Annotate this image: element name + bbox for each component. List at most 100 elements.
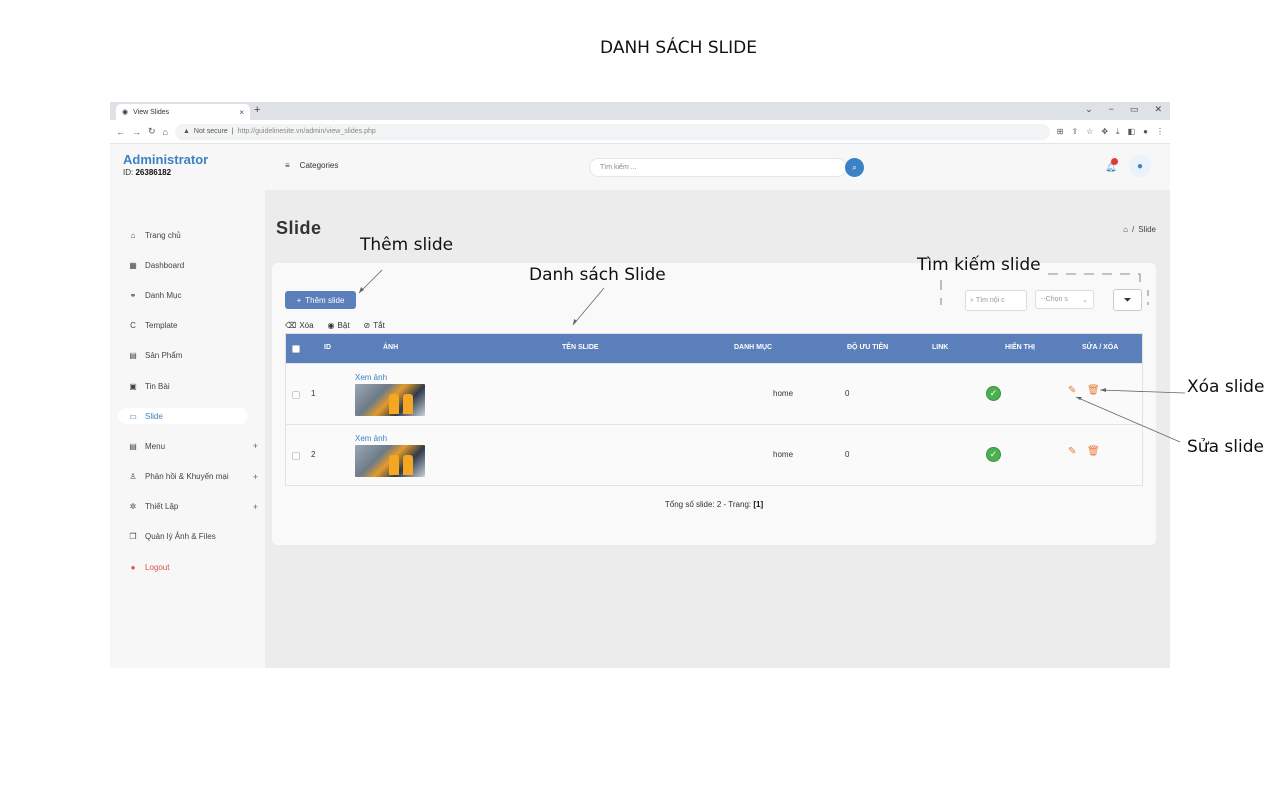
header-name: TÊN SLIDE [562, 344, 599, 351]
address-field[interactable]: ▲ Not secure | http://guidelinesite.vn/a… [174, 123, 1050, 140]
sidebar-item-files[interactable]: ❐ Quản lý Ảnh & Files [128, 522, 258, 552]
profile-icon[interactable]: ● [1143, 127, 1148, 137]
header-image: ẢNH [383, 344, 399, 351]
sidebar-item-slide[interactable]: ▭ Slide [118, 401, 258, 431]
expand-icon[interactable]: + [253, 502, 258, 512]
maximize-icon[interactable]: ▭ [1130, 104, 1139, 115]
admin-id: ID: 26386182 [123, 168, 172, 177]
sidebar-item-logout[interactable]: ● Logout [128, 552, 258, 582]
tab-close-icon[interactable]: × [239, 108, 244, 117]
sidebar-item-home[interactable]: ⌂ Trang chủ [128, 220, 258, 250]
filter-button[interactable]: ⏷ [1113, 289, 1142, 311]
annotation-add: Thêm slide [360, 235, 454, 255]
check-icon[interactable]: ✓ [986, 386, 1001, 401]
category-select[interactable]: --Chọn s ⌄ [1035, 290, 1094, 309]
home-icon[interactable]: ⌂ [1123, 225, 1128, 234]
global-search-input[interactable]: Tìm kiếm ... [589, 158, 847, 177]
tab-title: View Slides [133, 108, 170, 116]
view-image-link[interactable]: Xem ảnh [355, 434, 387, 443]
slide-icon: ▭ [129, 411, 137, 421]
sidebar-item-user[interactable]: ♙ Phản hồi & Khuyến mại + [128, 462, 258, 492]
template-icon: C [130, 321, 136, 331]
trash-icon[interactable]: 🗑︎ [1087, 446, 1100, 457]
tab-bar: ◉ View Slides × + ⌄ − ▭ ✕ [110, 102, 1170, 120]
chevron-down-icon[interactable]: ⌄ [1085, 104, 1093, 115]
close-icon[interactable]: ✕ [1154, 104, 1162, 115]
search-icon[interactable]: ⌕ [845, 158, 864, 177]
sidebar: Administrator ID: 26386182 ⌂ Trang chủ ▦ Da… [110, 144, 265, 668]
header-display: HIỂN THỊ [1005, 344, 1035, 351]
menu-icon: ▤ [129, 441, 137, 451]
sidebar-item-template[interactable]: C Template [128, 311, 258, 341]
browser-tab[interactable]: ◉ View Slides × [116, 104, 250, 120]
expand-icon[interactable]: + [253, 441, 258, 451]
bulk-actions: ⌫ Xóa ◉ Bật ⊘ Tắt [285, 321, 385, 330]
sidebar-item-label: Tin Bài [145, 381, 170, 391]
header-link: LINK [932, 344, 949, 351]
slide-thumbnail[interactable] [355, 445, 425, 477]
forward-icon[interactable]: → [132, 127, 141, 137]
sidepanel-icon[interactable]: ◧ [1128, 127, 1136, 137]
user-icon: ♙ [129, 472, 137, 482]
row-category: home [773, 389, 794, 398]
sidebar-item-link[interactable]: ⚭ Danh Mục [128, 280, 258, 310]
share-icon[interactable]: ⇪ [1071, 127, 1078, 137]
header-id: ID [324, 344, 331, 351]
link-icon: ⚭ [129, 290, 137, 300]
download-icon[interactable]: ⤓ [1116, 127, 1120, 137]
address-bar-row: ← → ↻ ⌂ ▲ Not secure | http://guidelines… [110, 120, 1170, 144]
bulk-off-button[interactable]: ⊘ Tắt [364, 321, 385, 330]
files-icon: ❐ [129, 532, 137, 542]
browser-window: ◉ View Slides × + ⌄ − ▭ ✕ ← → ↻ ⌂ ▲ Not … [110, 102, 1170, 668]
categories-toggle[interactable]: ≡ Categories [285, 161, 338, 170]
edit-icon[interactable]: ✎ [1068, 446, 1076, 457]
star-icon[interactable]: ☆ [1086, 127, 1093, 137]
slide-table: ID ẢNH TÊN SLIDE DANH MỤC ĐỘ ƯU TIÊN LIN… [285, 333, 1143, 486]
globe-icon: ◉ [122, 109, 129, 116]
sidebar-item-label: Phản hồi & Khuyến mại [145, 472, 229, 482]
sidebar-item-gear[interactable]: ✲ Thiết Lập + [128, 492, 258, 522]
bulk-delete-button[interactable]: ⌫ Xóa [285, 321, 314, 330]
row-checkbox[interactable] [292, 391, 300, 399]
translate-icon[interactable]: ⊞ [1057, 127, 1064, 137]
bulk-on-button[interactable]: ◉ Bật [328, 321, 350, 330]
warning-icon: ▲ [182, 128, 190, 135]
select-all-checkbox[interactable] [292, 345, 300, 353]
plus-icon: + [296, 295, 302, 305]
edit-icon[interactable]: ✎ [1068, 385, 1076, 396]
sidebar-item-label: Slide [145, 411, 163, 421]
page-indicator[interactable]: [1] [753, 500, 763, 509]
annotation-delete: Xóa slide [1187, 377, 1265, 397]
sidebar-item-product[interactable]: ▤ Sản Phẩm [128, 341, 258, 371]
view-image-link[interactable]: Xem ảnh [355, 373, 387, 382]
sidebar-item-label: Logout [145, 562, 170, 572]
categories-label: Categories [299, 161, 339, 170]
new-tab-button[interactable]: + [254, 104, 260, 116]
slide-thumbnail[interactable] [355, 384, 425, 416]
home-icon: ⌂ [130, 230, 136, 240]
back-icon[interactable]: ← [116, 127, 125, 137]
sidebar-item-dashboard[interactable]: ▦ Dashboard [128, 250, 258, 280]
breadcrumb-current: Slide [1138, 225, 1156, 234]
home-browser-icon[interactable]: ⌂ [163, 127, 168, 137]
sidebar-item-label: Menu [145, 441, 166, 451]
sidebar-item-label: Danh Mục [145, 290, 182, 300]
eraser-icon: ⌫ [285, 321, 297, 330]
slide-search-input[interactable]: ⌕ Tìm nội c [965, 290, 1027, 311]
sidebar-item-news[interactable]: ▣ Tin Bài [128, 371, 258, 401]
minimize-icon[interactable]: − [1109, 104, 1114, 115]
row-category: home [773, 450, 794, 459]
extensions-icon[interactable]: ✥ [1101, 127, 1108, 137]
reload-icon[interactable]: ↻ [148, 126, 156, 137]
avatar[interactable]: ● [1129, 155, 1151, 177]
dashboard-icon: ▦ [129, 260, 137, 270]
sidebar-item-menu[interactable]: ▤ Menu + [128, 431, 258, 461]
add-slide-button[interactable]: + Thêm slide [285, 291, 356, 309]
row-checkbox[interactable] [292, 452, 300, 460]
expand-icon[interactable]: + [253, 472, 258, 482]
kebab-menu-icon[interactable]: ⋮ [1156, 127, 1164, 137]
eye-off-icon: ⊘ [363, 321, 371, 330]
row-id: 1 [311, 389, 316, 398]
trash-icon[interactable]: 🗑︎ [1087, 385, 1100, 396]
check-icon[interactable]: ✓ [986, 447, 1001, 462]
